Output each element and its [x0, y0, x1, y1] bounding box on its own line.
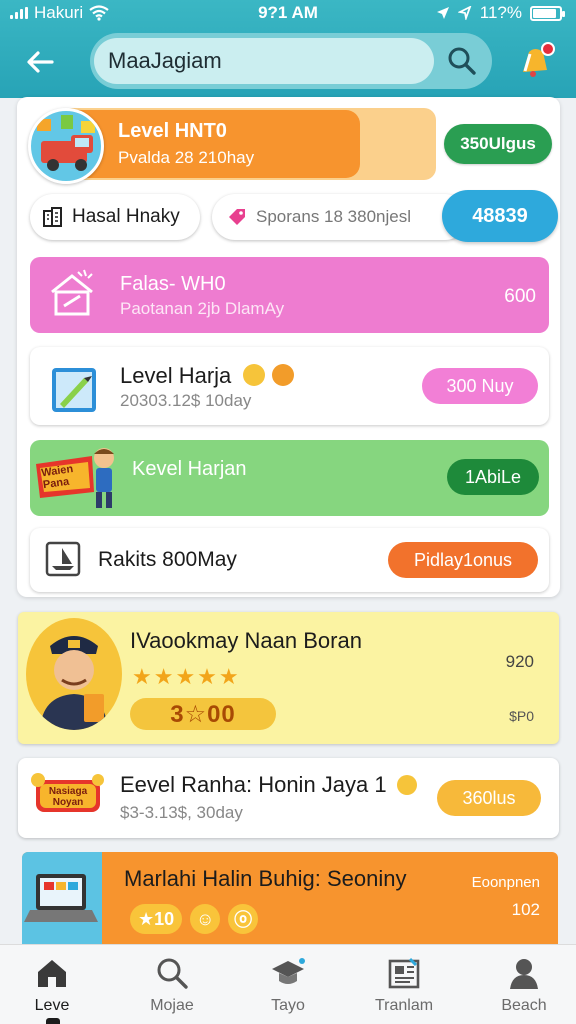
- police-avatar: [26, 618, 122, 730]
- level-harja-subtitle: 20303.12$ 10day: [120, 391, 252, 410]
- chip2-label: Sporans 18 380njesl: [256, 207, 412, 226]
- level-harja-button[interactable]: 300 Nuy: [422, 368, 538, 404]
- chip1-label: Hasal Hnaky: [72, 206, 180, 227]
- star-emoji-icon: [271, 364, 294, 386]
- score-badge: ★10: [130, 904, 183, 934]
- search-icon: [448, 47, 476, 75]
- battery-percent: 11?%: [479, 3, 522, 22]
- location-arrow-icon: [436, 7, 449, 19]
- tablet-pen-icon: [52, 368, 96, 412]
- notifications-button[interactable]: [515, 42, 557, 84]
- falas-subtitle: Paotanan 2jb DlamAy: [120, 299, 285, 318]
- nav-item-news[interactable]: Tranlam: [354, 955, 454, 1015]
- profile-icon: [510, 959, 538, 989]
- sporans-chip[interactable]: Sporans 18 380njesl: [212, 194, 468, 240]
- home-icon: [38, 960, 66, 987]
- featured-title: IVaookmay Naan Boran: [130, 628, 362, 653]
- smile-face-icon: ☺: [190, 904, 221, 934]
- police-officer-icon: [40, 636, 108, 730]
- search-bar: [90, 33, 492, 89]
- featured-value-bottom: $P0: [509, 708, 534, 724]
- featured-value-top: 920: [505, 652, 534, 671]
- o-face-icon: ⓞ: [228, 904, 259, 934]
- hasal-chip[interactable]: Hasal Hnaky: [30, 194, 200, 240]
- nav-item-learn[interactable]: Tayo: [238, 955, 338, 1015]
- level-subtitle: Pvalda 28 210hay: [118, 148, 255, 167]
- level-badge-button[interactable]: 350Ulgus: [444, 124, 552, 164]
- marlahi-label-top: Eoonpnen: [471, 874, 540, 891]
- badge-text: Nasiaga Noyan: [48, 786, 88, 808]
- kevel-harjan-button[interactable]: 1AbiLe: [447, 459, 539, 495]
- truck-avatar: [28, 108, 104, 184]
- smile-emoji-icon: [243, 364, 266, 386]
- back-arrow-icon: [27, 51, 54, 73]
- search-input[interactable]: [94, 38, 434, 84]
- nasiaga-badge: Nasiaga Noyan: [30, 772, 106, 820]
- laptop-icon: [24, 874, 98, 922]
- nav-label-home: Leve: [34, 997, 70, 1014]
- nav-item-home[interactable]: Leve: [2, 955, 102, 1015]
- nav-label-search: Mojae: [150, 997, 194, 1014]
- kevel-harjan-title: Kevel Harjan: [132, 458, 247, 480]
- sporans-value-button[interactable]: 48839: [442, 190, 558, 242]
- eevel-button[interactable]: 360lus: [437, 780, 541, 816]
- tag-icon: [229, 209, 245, 225]
- sailboat-frame-icon: [45, 541, 81, 577]
- graduation-cap-icon: [272, 958, 305, 984]
- falas-card[interactable]: [30, 257, 549, 333]
- coin-counter: 3☆00: [130, 698, 276, 730]
- marlahi-label-bottom: 102: [511, 900, 540, 919]
- rakils-button[interactable]: Pidlay1onus: [388, 542, 538, 578]
- back-button[interactable]: [20, 44, 60, 80]
- nav-item-profile[interactable]: Beach: [474, 955, 574, 1015]
- active-nav-indicator: [46, 1018, 60, 1024]
- laptop-thumbnail: [22, 852, 102, 952]
- rating-stars: ★★★★★: [132, 664, 241, 689]
- nav-item-search[interactable]: Mojae: [122, 955, 222, 1015]
- rakils-title: Rakits 800May: [98, 548, 237, 571]
- house-sparkle-icon: [51, 269, 93, 316]
- falas-title: Falas- WH0: [120, 273, 226, 295]
- notification-dot: [541, 42, 555, 56]
- eevel-title: Eevel Ranha: Honin Jaya 1: [120, 772, 417, 798]
- search-icon: [157, 958, 188, 989]
- app-header: Hakuri 9?1 AM 11?%: [0, 0, 576, 98]
- marlahi-score-row: ★10 ☺ ⓞ: [130, 904, 259, 934]
- nav-label-profile: Beach: [501, 997, 547, 1014]
- newspaper-icon: [388, 957, 420, 989]
- level-harja-title: Level Harja: [120, 363, 294, 389]
- bottom-navigation: Leve Mojae Tayo Tranlam Beach: [0, 944, 576, 1024]
- smile-emoji-icon: [396, 775, 417, 795]
- status-bar: Hakuri 9?1 AM 11?%: [0, 0, 576, 26]
- search-button[interactable]: [446, 45, 478, 77]
- eevel-subtitle: $3-3.13$, 30day: [120, 803, 243, 822]
- nav-label-news: Tranlam: [374, 997, 434, 1014]
- navigation-icon: [457, 6, 472, 20]
- building-icon: [43, 207, 62, 227]
- falas-value: 600: [504, 286, 536, 307]
- marlahi-title: Marlahi Halin Buhig: Seoniny: [124, 866, 407, 891]
- level-title: Level HNT0: [118, 120, 227, 142]
- battery-icon: [530, 5, 565, 21]
- nav-label-learn: Tayo: [271, 997, 305, 1014]
